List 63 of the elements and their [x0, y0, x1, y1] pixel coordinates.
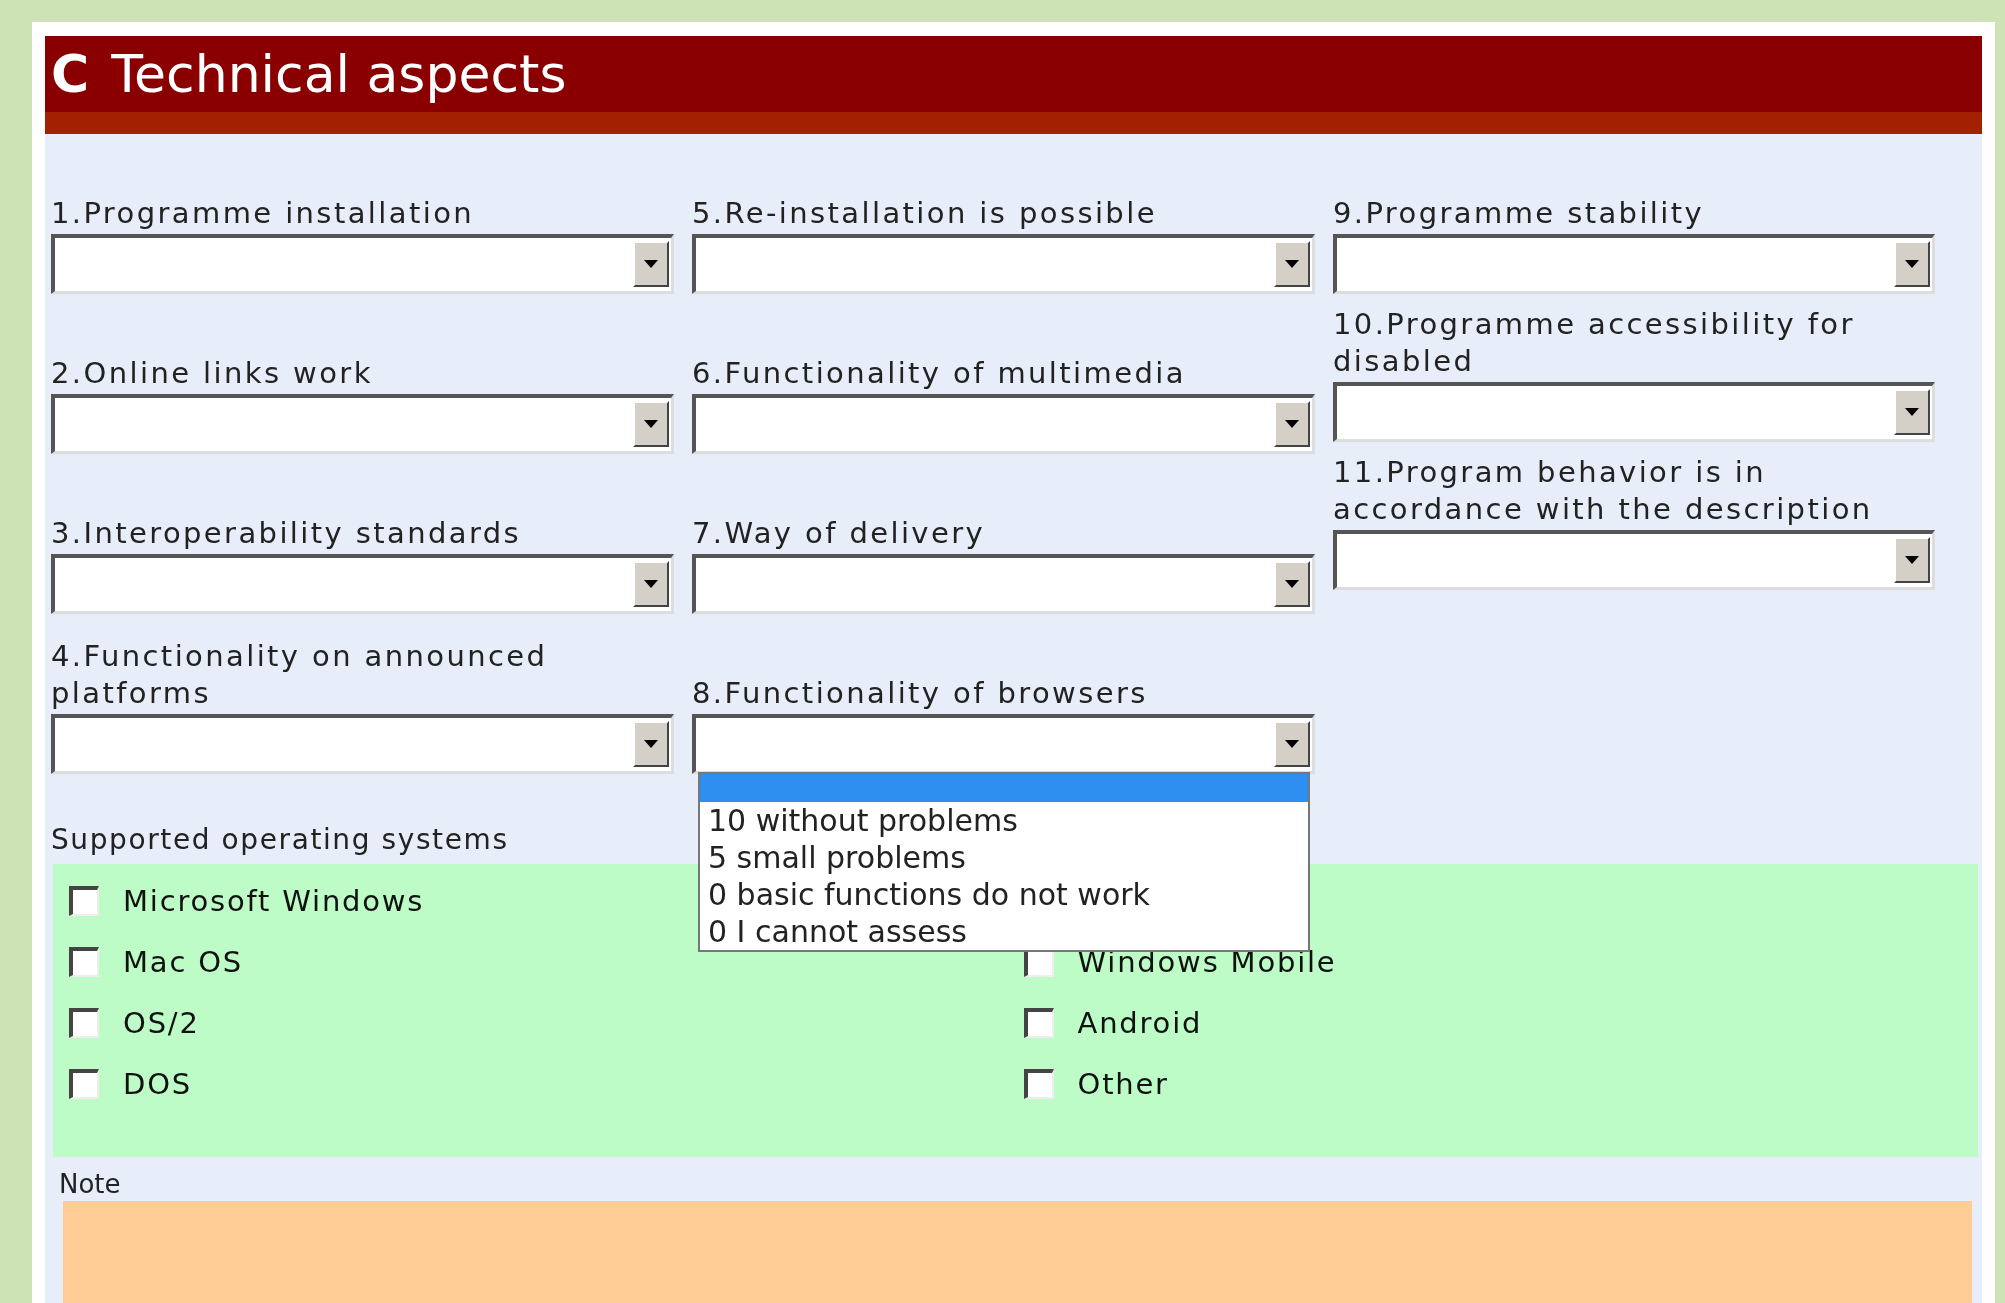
dropdown-button[interactable]	[1274, 561, 1310, 607]
checkbox-label: Mac OS	[123, 944, 243, 979]
field-label: 1.Programme installation	[51, 195, 476, 232]
field-label: 6.Functionality of multimedia	[692, 355, 1187, 392]
dropdown-button[interactable]	[633, 561, 669, 607]
checkbox-label: Android	[1077, 1005, 1203, 1040]
caret-icon	[644, 260, 658, 268]
checkbox[interactable]	[1023, 1068, 1054, 1099]
dropdown-button[interactable]	[1894, 537, 1930, 583]
select-field[interactable]	[51, 234, 674, 294]
section-title: Technical aspects	[111, 44, 567, 104]
checkbox-label: Other	[1077, 1066, 1169, 1101]
dropdown-button[interactable]	[633, 721, 669, 767]
dropdown-option[interactable]: 5 small problems	[700, 839, 1308, 876]
field-label: 7.Way of delivery	[692, 515, 987, 552]
caret-icon	[1905, 408, 1919, 416]
select-field[interactable]	[692, 394, 1315, 454]
caret-icon	[644, 420, 658, 428]
select-field[interactable]	[692, 554, 1315, 614]
checkbox[interactable]	[69, 885, 99, 916]
section-letter: C	[51, 44, 90, 104]
checkbox[interactable]	[69, 1007, 99, 1038]
caret-icon	[1905, 260, 1919, 268]
note-field[interactable]	[63, 1201, 1972, 1303]
caret-icon	[1285, 580, 1299, 588]
field-label: 3.Interoperability standards	[51, 515, 523, 552]
dropdown-button[interactable]	[1274, 241, 1310, 287]
section-label: Supported operating systems	[51, 822, 509, 858]
field-label: 4.Functionality on announced platforms	[51, 638, 549, 712]
field-label: 9.Programme stability	[1333, 195, 1706, 232]
select-field[interactable]	[51, 394, 674, 454]
dropdown-button[interactable]	[1274, 401, 1310, 447]
checkbox-label: DOS	[123, 1066, 192, 1101]
field-label: 5.Re-installation is possible	[692, 195, 1158, 232]
select-field[interactable]	[51, 554, 674, 614]
dropdown-option[interactable]: 10 without problems	[700, 802, 1308, 839]
field-label: 8.Functionality of browsers	[692, 675, 1149, 712]
field-label: 2.Online links work	[51, 355, 374, 392]
field-label: 11.Program behavior is in accordance with the description	[1333, 454, 1874, 528]
caret-icon	[1905, 556, 1919, 564]
dropdown-button[interactable]	[1894, 389, 1930, 435]
note-label: Note	[58, 1168, 122, 1201]
checkbox-label: Microsoft Windows	[123, 883, 425, 918]
select-field[interactable]	[1333, 234, 1935, 294]
dropdown-button[interactable]	[633, 241, 669, 287]
dropdown-option[interactable]: 0 basic functions do not work	[700, 876, 1308, 913]
caret-icon	[644, 740, 658, 748]
field-label: 10.Programme accessibility for disabled	[1333, 306, 1856, 380]
select-field[interactable]	[51, 714, 674, 774]
checkbox[interactable]	[1023, 1007, 1054, 1038]
caret-icon	[1285, 420, 1299, 428]
caret-icon	[1285, 260, 1299, 268]
dropdown-button[interactable]	[1274, 721, 1310, 767]
select-field[interactable]	[1333, 382, 1935, 442]
caret-icon	[644, 580, 658, 588]
select-field[interactable]	[692, 234, 1315, 294]
dropdown-button[interactable]	[1894, 241, 1930, 287]
caret-icon	[1285, 740, 1299, 748]
checkbox-label: OS/2	[123, 1005, 200, 1040]
dropdown-button[interactable]	[633, 401, 669, 447]
checkbox[interactable]	[69, 946, 99, 977]
select-field[interactable]	[1333, 530, 1935, 590]
checkbox[interactable]	[69, 1068, 99, 1099]
